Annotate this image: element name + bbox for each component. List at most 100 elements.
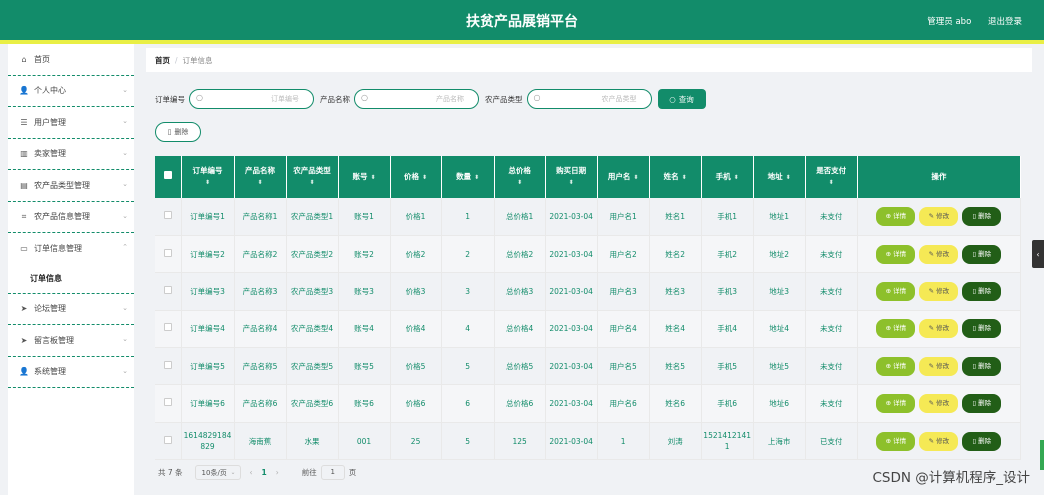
detail-button[interactable]: ⊕ 详情 <box>876 431 916 451</box>
table-row[interactable]: 订单编号1 产品名称1 农产品类型1 账号1 价格1 1 总价格1 2021-03-04 用户名… <box>155 198 1022 236</box>
sidebar-item[interactable]: ▤ 农产品类型管理 ⌄ <box>8 170 134 202</box>
page-size-select[interactable]: 10条/页 ⌄ <box>194 465 241 480</box>
column-header[interactable]: 地址 ⬍ <box>753 156 806 198</box>
detail-button[interactable]: ⊕ 详情 <box>876 394 916 414</box>
table-row[interactable]: 1614829184829 海南蕉 水果 001 25 5 125 2021-03-04 1 刘涛… <box>155 422 1022 461</box>
sort-icon[interactable]: ⬍ <box>235 177 286 189</box>
delete-button[interactable]: ▯ 删除 <box>962 281 1002 301</box>
column-header[interactable]: 购买日期 ⬍ <box>545 156 598 198</box>
delete-button[interactable]: ▯ 删除 <box>962 394 1002 414</box>
sort-icon[interactable]: ⬍ <box>546 177 597 189</box>
column-header[interactable]: 总价格 ⬍ <box>494 156 546 198</box>
select-all-header[interactable] <box>155 156 182 198</box>
table-row[interactable]: 订单编号3 产品名称3 农产品类型3 账号3 价格3 3 总价格3 2021-03-04 用户名… <box>155 272 1022 311</box>
delete-button-label: 删除 <box>978 211 992 220</box>
row-select-cell[interactable] <box>155 272 182 311</box>
sort-icon[interactable]: ⬍ <box>287 177 338 189</box>
edit-button[interactable]: ✎ 修改 <box>919 244 959 264</box>
column-header[interactable]: 用户名 ⬍ <box>597 156 650 198</box>
edit-button[interactable]: ✎ 修改 <box>919 431 959 451</box>
column-header[interactable]: 农产品类型 ⬍ <box>286 156 339 198</box>
row-checkbox[interactable] <box>163 210 172 219</box>
prev-page-button[interactable]: ‹ <box>250 468 253 477</box>
column-header[interactable]: 手机 ⬍ <box>701 156 754 198</box>
delete-button[interactable]: ▯ 删除 <box>962 244 1002 264</box>
table-row[interactable]: 订单编号6 产品名称6 农产品类型6 账号6 价格6 6 总价格6 2021-03-04 用户名… <box>155 384 1022 423</box>
sort-icon[interactable]: ⬍ <box>182 177 234 189</box>
row-checkbox[interactable] <box>163 398 172 407</box>
breadcrumb-home[interactable]: 首页 <box>155 55 170 66</box>
product-name-field[interactable]: ○ <box>354 89 479 109</box>
query-button[interactable]: ○ 查询 <box>657 89 706 109</box>
logout-button[interactable]: 退出登录 <box>988 17 1022 27</box>
sort-icon[interactable]: ⬍ <box>633 174 638 181</box>
row-checkbox[interactable] <box>163 323 172 332</box>
sidebar-item[interactable]: ▭ 订单信息管理 ⌃ <box>8 233 134 265</box>
detail-button[interactable]: ⊕ 详情 <box>876 244 916 264</box>
batch-delete-button[interactable]: ▯ 删除 <box>155 122 201 142</box>
column-header[interactable]: 价格 ⬍ <box>390 156 442 198</box>
sort-icon[interactable]: ⬍ <box>422 174 427 181</box>
detail-button[interactable]: ⊕ 详情 <box>876 319 916 339</box>
page-number[interactable]: 1 <box>262 468 267 477</box>
edit-button[interactable]: ✎ 修改 <box>919 394 959 414</box>
row-select-cell[interactable] <box>155 422 182 461</box>
select-all-checkbox[interactable] <box>163 171 172 179</box>
table-row[interactable]: 订单编号5 产品名称5 农产品类型5 账号5 价格5 5 总价格5 2021-03-04 用户名… <box>155 347 1022 386</box>
table-row[interactable]: 订单编号4 产品名称4 农产品类型4 账号4 价格4 4 总价格4 2021-03-04 用户名… <box>155 310 1022 349</box>
sidebar-subitem-orders[interactable]: 订单信息 <box>8 265 134 294</box>
goto-page-input[interactable]: 1 <box>320 465 345 480</box>
sidebar-item[interactable]: ☰ 用户管理 ⌄ <box>8 107 134 139</box>
delete-button[interactable]: ▯ 删除 <box>962 206 1002 226</box>
row-select-cell[interactable] <box>155 384 182 423</box>
product-type-field[interactable]: ○ <box>526 89 652 109</box>
delete-button[interactable]: ▯ 删除 <box>962 431 1002 451</box>
order-number-input[interactable] <box>208 93 299 105</box>
sidebar-item[interactable]: 👤 个人中心 ⌄ <box>8 76 134 107</box>
sort-icon[interactable]: ⬍ <box>734 174 739 181</box>
detail-button[interactable]: ⊕ 详情 <box>876 281 916 301</box>
detail-button[interactable]: ⊕ 详情 <box>876 356 916 376</box>
sort-icon[interactable]: ⬍ <box>786 174 791 181</box>
sort-icon[interactable]: ⬍ <box>474 174 479 181</box>
product-type-input[interactable] <box>545 93 637 105</box>
column-header[interactable]: 操作 <box>857 156 1022 198</box>
sort-icon[interactable]: ⬍ <box>806 177 857 189</box>
column-header[interactable]: 产品名称 ⬍ <box>234 156 287 198</box>
order-number-field[interactable]: ○ <box>189 89 314 109</box>
row-select-cell[interactable] <box>155 310 182 349</box>
column-header[interactable]: 账号 ⬍ <box>338 156 391 198</box>
sidebar-item[interactable]: 👤 系统管理 ⌄ <box>8 357 134 388</box>
row-checkbox[interactable] <box>163 285 172 294</box>
edit-button[interactable]: ✎ 修改 <box>919 206 959 226</box>
delete-button[interactable]: ▯ 删除 <box>962 319 1002 339</box>
product-name-input[interactable] <box>373 93 464 105</box>
table-row[interactable]: 订单编号2 产品名称2 农产品类型2 账号2 价格2 2 总价格2 2021-03-04 用户名… <box>155 235 1022 274</box>
sort-icon[interactable]: ⬍ <box>495 177 545 189</box>
row-select-cell[interactable] <box>155 235 182 274</box>
next-page-button[interactable]: › <box>276 468 279 477</box>
sort-icon[interactable]: ⬍ <box>682 174 687 181</box>
detail-button[interactable]: ⊕ 详情 <box>876 206 916 226</box>
delete-button[interactable]: ▯ 删除 <box>962 356 1002 376</box>
row-select-cell[interactable] <box>155 198 182 236</box>
sort-icon[interactable]: ⬍ <box>371 174 376 181</box>
edit-button[interactable]: ✎ 修改 <box>919 356 959 376</box>
edit-button[interactable]: ✎ 修改 <box>919 281 959 301</box>
column-header[interactable]: 是否支付 ⬍ <box>805 156 858 198</box>
column-header[interactable]: 数量 ⬍ <box>441 156 495 198</box>
edit-button[interactable]: ✎ 修改 <box>919 319 959 339</box>
column-header[interactable]: 订单编号 ⬍ <box>181 156 235 198</box>
row-checkbox[interactable] <box>163 248 172 257</box>
sidebar-item[interactable]: ➤ 留言板管理 ⌄ <box>8 325 134 357</box>
sidebar-item[interactable]: ➤ 论坛管理 ⌄ <box>8 294 134 325</box>
sidebar-item[interactable]: ▥ 卖家管理 ⌄ <box>8 139 134 170</box>
row-checkbox[interactable] <box>163 360 172 369</box>
column-header[interactable]: 姓名 ⬍ <box>649 156 702 198</box>
side-collapse-tab[interactable]: ‹ <box>1032 240 1044 268</box>
admin-user-label[interactable]: 管理员 abo <box>927 17 971 27</box>
sidebar-item[interactable]: ⌂ 首页 <box>8 44 134 76</box>
sidebar-item[interactable]: ⌗ 农产品信息管理 ⌄ <box>8 202 134 233</box>
row-select-cell[interactable] <box>155 347 182 386</box>
row-checkbox[interactable] <box>163 435 172 444</box>
